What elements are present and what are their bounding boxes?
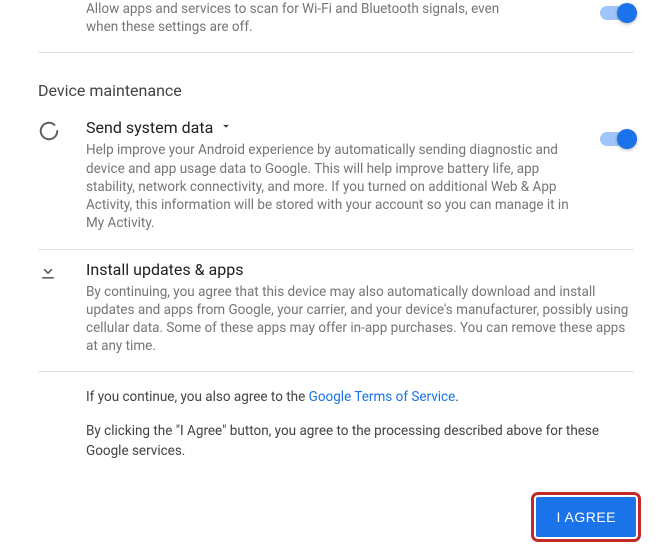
- legal-line2: By clicking the "I Agree" button, you ag…: [86, 422, 634, 461]
- scanning-toggle[interactable]: [600, 6, 634, 20]
- install-title: Install updates & apps: [86, 260, 243, 279]
- install-desc: By continuing, you agree that this devic…: [86, 283, 634, 356]
- send-system-data-setting: Send system data Help improve your Andro…: [38, 108, 634, 249]
- scanning-setting: Allow apps and services to scan for Wi-F…: [38, 0, 634, 53]
- send-system-data-expand[interactable]: Send system data: [86, 118, 574, 137]
- send-system-data-title: Send system data: [86, 118, 213, 137]
- legal-suffix: .: [455, 389, 459, 405]
- scanning-icon-placeholder: [38, 0, 86, 2]
- send-system-data-desc: Help improve your Android experience by …: [86, 141, 574, 232]
- install-updates-setting: Install updates & apps By continuing, yo…: [38, 250, 634, 373]
- i-agree-button[interactable]: I AGREE: [536, 497, 636, 537]
- download-icon: [38, 262, 58, 286]
- send-system-data-toggle[interactable]: [600, 132, 634, 146]
- scanning-desc: Allow apps and services to scan for Wi-F…: [86, 0, 574, 36]
- sync-icon: [38, 120, 60, 146]
- tos-link[interactable]: Google Terms of Service: [309, 389, 456, 405]
- legal-prefix: If you continue, you also agree to the: [86, 389, 309, 405]
- section-device-maintenance: Device maintenance: [38, 53, 634, 108]
- chevron-down-icon: [219, 119, 233, 137]
- footer: I AGREE: [0, 481, 672, 553]
- legal-text: If you continue, you also agree to the G…: [38, 372, 634, 483]
